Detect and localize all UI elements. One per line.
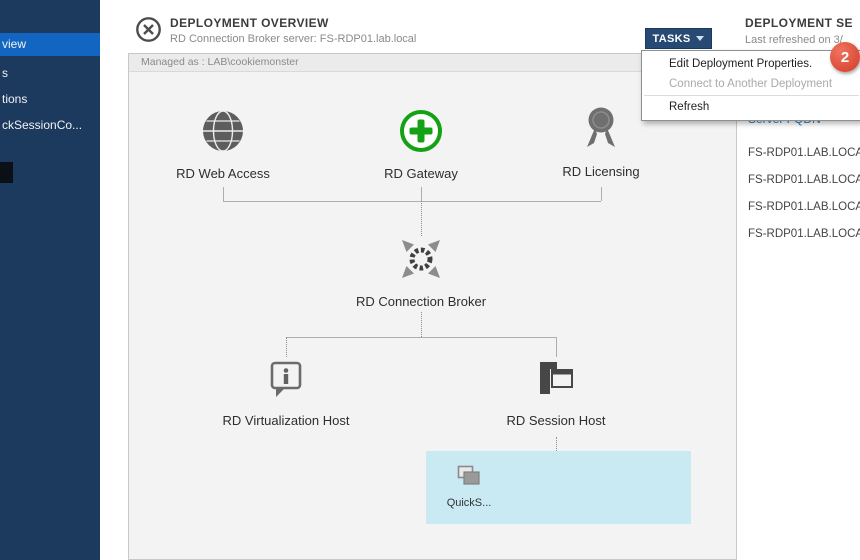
server-manager-window: view s tions ckSessionCo... DEPLOYMENT O… <box>0 0 860 560</box>
tasks-dropdown-menu: Edit Deployment Properties. Connect to A… <box>641 50 860 121</box>
page-subtitle: RD Connection Broker server: FS-RDP01.la… <box>170 33 416 45</box>
chevron-down-icon <box>696 36 704 41</box>
connector-line <box>421 312 422 337</box>
connector-line <box>556 337 557 357</box>
node-rd-gateway: RD Gateway <box>351 108 491 181</box>
connector-line <box>421 187 422 201</box>
collection-inner: QuickS... <box>444 464 494 509</box>
connector-line <box>286 337 556 338</box>
session-host-icon[interactable] <box>533 357 579 401</box>
page-title: DEPLOYMENT OVERVIEW <box>170 16 329 30</box>
sidebar-item-collections[interactable]: tions <box>0 88 100 110</box>
collection-servers-icon <box>456 475 482 492</box>
deployment-overview-icon <box>135 16 162 48</box>
sidebar-item-overview[interactable]: view <box>0 33 100 56</box>
sidebar-item-label: tions <box>2 92 27 106</box>
sidebar-clipped-icon <box>0 162 13 183</box>
sidebar-item-label: s <box>2 66 8 80</box>
last-refreshed-text: Last refreshed on 3/ <box>745 34 843 46</box>
deployment-diagram: Managed as : LAB\cookiemonster RD Web Ac <box>128 53 737 560</box>
virtualization-host-icon[interactable] <box>264 357 308 401</box>
collection-label: QuickS... <box>444 497 494 509</box>
node-rd-connection-broker: RD Connection Broker <box>331 236 511 309</box>
deployment-servers-title: DEPLOYMENT SE <box>745 16 853 30</box>
node-rd-session-host: RD Session Host <box>476 357 636 428</box>
connector-line <box>223 187 224 201</box>
connector-line <box>421 201 422 236</box>
node-rd-virtualization-host: RD Virtualization Host <box>191 357 381 428</box>
license-ribbon-icon[interactable] <box>579 105 623 152</box>
tasks-button[interactable]: TASKS <box>645 28 712 49</box>
node-label: RD Web Access <box>176 166 270 181</box>
sidebar-item-quicksessioncollection[interactable]: ckSessionCo... <box>0 114 100 136</box>
server-row[interactable]: FS-RDP01.LAB.LOCAL <box>748 228 860 240</box>
menu-item-refresh[interactable]: Refresh <box>642 97 860 117</box>
sidebar-item-servers[interactable]: s <box>0 62 100 84</box>
server-row[interactable]: FS-RDP01.LAB.LOCAL <box>748 201 860 213</box>
menu-separator <box>644 95 859 96</box>
connector-line <box>556 437 557 451</box>
node-label: RD Licensing <box>562 164 639 179</box>
sidebar-item-label: view <box>2 37 26 51</box>
node-label: RD Session Host <box>507 413 606 428</box>
quick-session-collection-tile[interactable]: QuickS... 1 <box>426 451 691 524</box>
connection-broker-icon[interactable] <box>398 236 444 282</box>
menu-item-connect-to-another-deployment[interactable]: Connect to Another Deployment <box>642 74 860 94</box>
node-rd-web-access: RD Web Access <box>153 108 293 181</box>
connector-line <box>286 337 287 357</box>
connector-line <box>601 187 602 201</box>
menu-item-edit-deployment-properties[interactable]: Edit Deployment Properties. <box>642 54 860 74</box>
server-row[interactable]: FS-RDP01.LAB.LOCAL <box>748 174 860 186</box>
connector-line <box>223 201 601 202</box>
server-row[interactable]: FS-RDP01.LAB.LOCAL <box>748 147 860 159</box>
tasks-button-label: TASKS <box>653 33 691 45</box>
add-gateway-icon[interactable] <box>398 108 444 154</box>
node-label: RD Virtualization Host <box>223 413 350 428</box>
globe-icon[interactable] <box>200 108 246 154</box>
callout-badge-2: 2 <box>830 42 860 72</box>
sidebar: view s tions ckSessionCo... <box>0 0 100 560</box>
node-label: RD Connection Broker <box>356 294 486 309</box>
node-label: RD Gateway <box>384 166 458 181</box>
sidebar-item-label: ckSessionCo... <box>2 118 82 132</box>
